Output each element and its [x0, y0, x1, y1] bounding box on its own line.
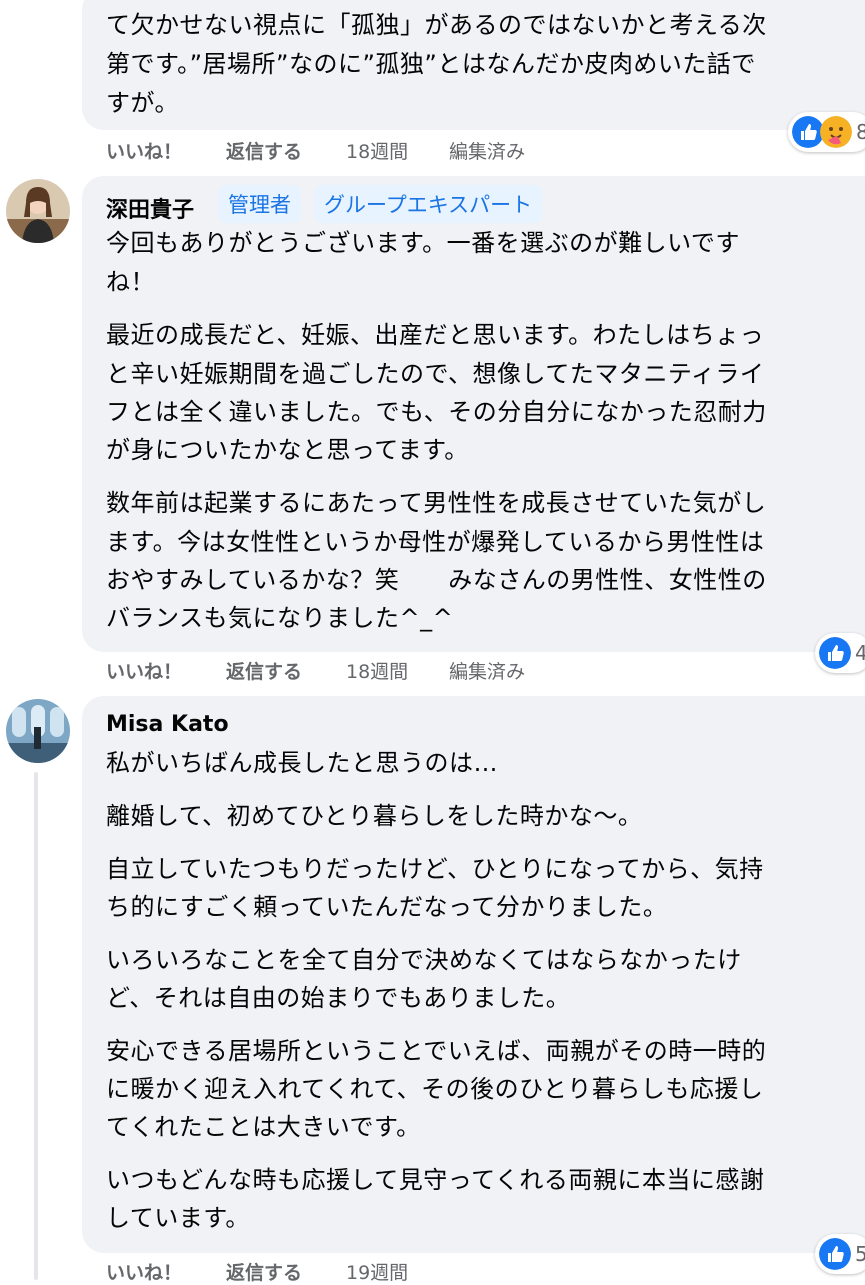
comment-text: と辛い妊娠期間を過ごしたので、想像してたマタニティライ [106, 360, 765, 388]
comment-timestamp[interactable]: 18週間 [346, 657, 408, 684]
comment-text: 今回もありがとうございます。一番を選ぶのが難しいです [106, 229, 740, 257]
comment-text: 私がいちばん成長したと思うのは… [106, 749, 498, 777]
comment-text: おやすみしているかな？笑 みなさんの男性性、女性性の [106, 566, 767, 594]
comment-bubble: Misa Kato 私がいちばん成長したと思うのは… 離婚して、初めてひとり暮ら… [82, 696, 865, 1253]
comment-text: 離婚して、初めてひとり暮らしをした時かな〜。 [106, 802, 643, 830]
comment-text: 第です。”居場所”なのに”孤独”とはなんだか皮肉めいた話で [106, 50, 756, 78]
comment-text: バランスも気になりました^_^ [106, 604, 454, 632]
comment-bubble: て欠かせない視点に「孤独」があるのではないかと考える次 第です。”居場所”なのに… [82, 0, 865, 130]
comment-text: ね！ [106, 268, 155, 296]
comment-text: ど、それは自由の始まりでもありました。 [106, 984, 571, 1012]
comment-text: てくれたことは大きいです。 [106, 1113, 421, 1141]
comment-text: しています。 [106, 1204, 250, 1232]
edited-label[interactable]: 編集済み [449, 137, 525, 164]
reaction-count: 8 [856, 120, 865, 144]
comment-author[interactable]: Misa Kato [106, 712, 229, 737]
profile-photo [6, 179, 70, 243]
reaction-summary[interactable]: 8 [788, 112, 865, 152]
comment-text: フとは全く違いました。でも、その分自分になかった忍耐力 [106, 398, 767, 426]
comment-text: いろいろなことを全て自分で決めなくてはならなかったけ [106, 946, 742, 974]
comment-text: ます。今は女性性というか母性が爆発しているから男性性は [106, 528, 765, 556]
comment-text: ち的にすごく頼っていたんだなって分かりました。 [106, 893, 668, 921]
comment-text: に暖かく迎え入れてくれて、その後のひとり暮らしも応援し [106, 1075, 764, 1103]
like-button[interactable]: いいね！ [106, 137, 182, 164]
avatar[interactable] [6, 699, 70, 763]
comment-timestamp[interactable]: 18週間 [346, 137, 408, 164]
thumbs-up-icon [819, 1238, 851, 1270]
care-icon [820, 116, 852, 148]
reaction-count: 5 [855, 1242, 865, 1266]
reaction-count: 4 [855, 641, 865, 665]
like-button[interactable]: いいね！ [106, 657, 182, 684]
avatar[interactable] [6, 179, 70, 243]
edited-label[interactable]: 編集済み [449, 657, 525, 684]
comment-text: が身についたかなと思ってます。 [106, 436, 469, 464]
reply-button[interactable]: 返信する [226, 657, 302, 684]
reaction-summary[interactable]: 5 [815, 1234, 865, 1274]
comment-text: すが。 [106, 89, 180, 117]
comment-text: 数年前は起業するにあたって男性性を成長させていた気がし [106, 489, 767, 517]
comment-text: て欠かせない視点に「孤独」があるのではないかと考える次 [106, 11, 767, 39]
comment-bubble: 深田貴子 管理者 グループエキスパート 今回もありがとうございます。一番を選ぶの… [82, 176, 865, 652]
comment-author[interactable]: 深田貴子 [106, 192, 194, 224]
reply-thread-line [34, 772, 38, 1280]
reply-button[interactable]: 返信する [226, 137, 302, 164]
admin-badge[interactable]: 管理者 [218, 185, 301, 223]
thumbs-up-icon [819, 637, 851, 669]
group-expert-badge[interactable]: グループエキスパート [314, 185, 543, 223]
reaction-summary[interactable]: 4 [815, 633, 865, 673]
comment-text: いつもどんな時も応援して見守ってくれる両親に本当に感謝 [106, 1166, 765, 1194]
comment-text: 自立していたつもりだったけど、ひとりになってから、気持 [106, 855, 764, 883]
reply-button[interactable]: 返信する [226, 1258, 302, 1285]
comment-text: 安心できる居場所ということでいえば、両親がその時一時的 [106, 1037, 767, 1065]
comment-text: 最近の成長だと、妊娠、出産だと思います。わたしはちょっ [106, 321, 765, 349]
comment-timestamp[interactable]: 19週間 [346, 1258, 408, 1285]
profile-photo [6, 699, 70, 763]
like-button[interactable]: いいね！ [106, 1258, 182, 1285]
